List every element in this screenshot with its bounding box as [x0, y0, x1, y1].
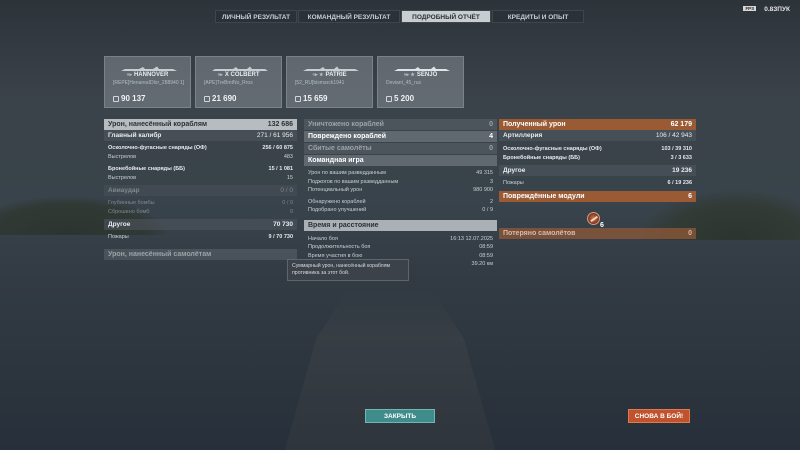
fps-badge: FPS [743, 6, 757, 11]
ship-damage: 21 690 [204, 94, 236, 103]
ship-tier-icon: «▸ ★ [403, 72, 415, 78]
time-distance-header: Время и расстояние [304, 219, 497, 231]
battle-start-row: Начало боя 16:13 12.07.2025 [308, 235, 493, 242]
team-game-header: Командная игра [304, 155, 497, 166]
ship-card[interactable]: «▸ X COLBERT [APE]TreBmtNo_Rros 21 690 [195, 56, 282, 108]
ship-damage: 5 200 [386, 94, 414, 103]
bombs-dropped-row: Сброшено бомб 0 [108, 208, 293, 215]
version-label: 0.8ЗПУК [764, 6, 790, 13]
airstrike-row: Авиаудар 0 / 0 [104, 185, 297, 196]
he-shells-row: Осколочно-фугасные снаряды (ОФ) 256 / 60 … [108, 145, 293, 152]
top-right-info: FPS 0.8ЗПУК [743, 6, 790, 13]
damage-dealt-panel: Урон, нанесённый кораблям 132 686 Главный… [104, 119, 297, 260]
received-ap-row: Бронебойные снаряды (ББ) 3 / 3 633 [503, 154, 692, 161]
player-name: [APE]TreBmtNo_Rros [204, 80, 253, 86]
ship-name: «▸ HANNOVER [126, 72, 169, 78]
ships-destroyed-row: Уничтожено кораблей 0 [304, 119, 497, 130]
ap-shots-row: Выстрелов 15 [108, 174, 293, 181]
damage-icon [113, 96, 119, 102]
he-shots-row: Выстрелов 483 [108, 153, 293, 160]
potential-damage-row: Потенциальный урон 980 900 [308, 187, 493, 194]
received-he-row: Осколочно-фугасные снаряды (ОФ) 103 / 39 … [503, 146, 692, 153]
battle-stats-panel: Уничтожено кораблей 0 Повреждено кораблей… [304, 119, 497, 269]
planes-shot-row: Сбитые самолёты 0 [304, 143, 497, 154]
tab-personal-result[interactable]: ЛИЧНЫЙ РЕЗУЛЬТАТ [215, 10, 297, 23]
ship-name: «▸ ★ SENJŌ [403, 72, 438, 78]
damage-dealt-header[interactable]: Урон, нанесённый кораблям 132 686 [104, 119, 297, 130]
damage-icon [386, 96, 392, 102]
tab-detailed-report[interactable]: ПОДРОБНЫЙ ОТЧЁТ [401, 10, 491, 23]
spot-damage-row: Урон по вашим разведданным 49 315 [308, 170, 493, 177]
player-name: Deviant_45_rus [386, 80, 422, 86]
aircraft-damage-header[interactable]: Урон, нанесённый самолётам [104, 248, 297, 260]
received-damage-header[interactable]: Полученный урон 62 179 [499, 119, 696, 130]
results-tabs: ЛИЧНЫЙ РЕЗУЛЬТАТ КОМАНДНЫЙ РЕЗУЛЬТАТ ПОД… [215, 10, 585, 23]
ships-detected-row: Обнаружено кораблей 2 [308, 198, 493, 205]
damaged-module-count: 6 [600, 222, 604, 229]
player-name: [52_RU]bismarck1941 [295, 80, 345, 86]
damage-icon [204, 96, 210, 102]
fires-row: Пожары 9 / 70 730 [108, 234, 293, 241]
received-fires-row: Пожары 6 / 19 236 [503, 180, 692, 187]
damage-tooltip: Суммарный урон, нанесённый кораблям прот… [287, 259, 409, 281]
depth-charges-row: Глубинные бомбы 0 / 0 [108, 200, 293, 207]
ship-card[interactable]: «▸ HANNOVER [REPE]HenareaIDlor_288940 1] … [104, 56, 191, 108]
ship-card[interactable]: «▸ ★ SENJŌ Deviant_45_rus 5 200 [377, 56, 464, 108]
artillery-row: Артиллерия 106 / 42 943 [499, 130, 696, 141]
ship-tier-icon: «▸ ★ [312, 72, 324, 78]
battle-again-button[interactable]: СНОВА В БОЙ! [628, 409, 690, 423]
ap-shells-row: Бронебойные снаряды (ББ) 15 / 1 081 [108, 166, 293, 173]
close-button[interactable]: ЗАКРЫТЬ [365, 409, 435, 423]
ship-damage: 90 137 [113, 94, 145, 103]
ship-name: «▸ X COLBERT [217, 72, 260, 78]
damage-icon [295, 96, 301, 102]
ship-tier-icon: «▸ [217, 72, 223, 78]
background-ship [285, 290, 495, 450]
spot-fires-row: Поджогов по вашим разведданным 3 [308, 178, 493, 185]
damaged-modules-header[interactable]: Повреждённые модули 6 [499, 190, 696, 202]
ship-card[interactable]: «▸ ★ PATRIE [52_RU]bismarck1941 15 659 [286, 56, 373, 108]
ship-name: «▸ ★ PATRIE [312, 72, 347, 78]
damaged-module-icon[interactable] [587, 212, 600, 225]
planes-lost-row: Потеряно самолётов 0 [499, 227, 696, 239]
tab-team-result[interactable]: КОМАНДНЫЙ РЕЗУЛЬТАТ [298, 10, 400, 23]
main-caliber-row: Главный калибр 271 / 61 956 [104, 130, 297, 141]
player-name: [REPE]HenareaIDlor_288940 1] [113, 80, 185, 86]
received-other-row: Другое 19 236 [499, 165, 696, 176]
ship-damage: 15 659 [295, 94, 327, 103]
ships-damaged-row[interactable]: Повреждено кораблей 4 [304, 131, 497, 142]
upgrades-row: Подобрано улучшений 0 / 9 [308, 207, 493, 214]
battle-duration-row: Продолжительность боя 08:59 [308, 244, 493, 251]
tab-credits-exp[interactable]: КРЕДИТЫ И ОПЫТ [492, 10, 584, 23]
other-damage-row: Другое 70 730 [104, 219, 297, 230]
ship-tier-icon: «▸ [126, 72, 132, 78]
